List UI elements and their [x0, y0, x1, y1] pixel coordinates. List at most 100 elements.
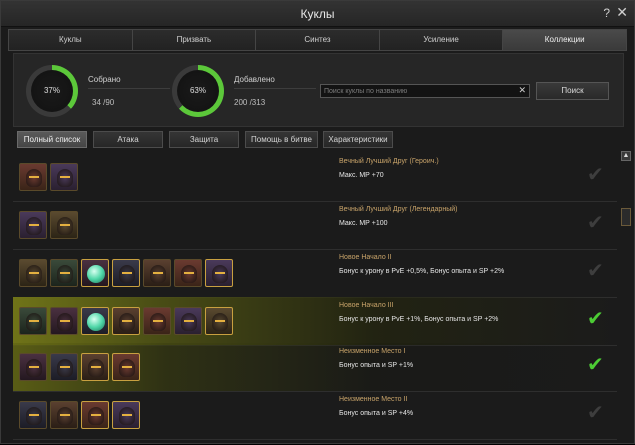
- doll-icon[interactable]: [143, 307, 171, 335]
- doll-face: [119, 407, 135, 425]
- filter-battle-help[interactable]: Помощь в битве: [245, 131, 318, 148]
- doll-face: [26, 265, 42, 283]
- doll-eyes: [29, 366, 39, 368]
- tab-synthesis[interactable]: Синтез: [255, 29, 379, 51]
- doll-face: [88, 407, 104, 425]
- doll-icon[interactable]: [112, 259, 140, 287]
- tab-summon[interactable]: Призвать: [131, 29, 256, 51]
- doll-face: [88, 359, 104, 377]
- collection-name: Новое Начало II: [339, 254, 392, 261]
- row-divider: [13, 439, 617, 440]
- collection-row[interactable]: Новое Начало III Бонус к урону в PvE +1%,…: [13, 297, 617, 345]
- doll-icon[interactable]: [112, 401, 140, 429]
- collection-name: Вечный Лучший Друг (Легендарный): [339, 206, 458, 213]
- doll-face: [119, 359, 135, 377]
- search-button[interactable]: Поиск: [536, 82, 609, 100]
- doll-eyes: [122, 414, 132, 416]
- doll-icon[interactable]: [81, 401, 109, 429]
- doll-eyes: [91, 366, 101, 368]
- doll-icon[interactable]: [19, 163, 47, 191]
- doll-icon[interactable]: [112, 353, 140, 381]
- doll-icon[interactable]: [50, 307, 78, 335]
- doll-face: [212, 313, 228, 331]
- doll-icon[interactable]: [19, 307, 47, 335]
- doll-icon[interactable]: [50, 353, 78, 381]
- doll-eyes: [153, 272, 163, 274]
- doll-face: [119, 313, 135, 331]
- orb-icon: [87, 265, 105, 283]
- doll-eyes: [215, 320, 225, 322]
- doll-face: [119, 265, 135, 283]
- collection-row[interactable]: Неизменное Место I Бонус опыта и SP +1% ✔: [13, 343, 617, 391]
- divider: [234, 88, 316, 89]
- scrollbar-thumb[interactable]: [621, 208, 631, 226]
- doll-icon[interactable]: [81, 259, 109, 287]
- tab-dolls[interactable]: Куклы: [8, 29, 132, 51]
- doll-icon[interactable]: [81, 307, 109, 335]
- collection-row[interactable]: Неизменное Место II Бонус опыта и SP +4% ✔: [13, 391, 617, 439]
- filter-full-list[interactable]: Полный список: [17, 131, 87, 148]
- doll-eyes: [60, 224, 70, 226]
- doll-eyes: [29, 320, 39, 322]
- doll-icon[interactable]: [19, 401, 47, 429]
- close-icon[interactable]: ✕: [616, 4, 628, 21]
- doll-icon[interactable]: [50, 401, 78, 429]
- tab-enhance[interactable]: Усиление: [378, 29, 503, 51]
- collected-label: Собрано: [88, 75, 121, 84]
- doll-eyes: [91, 414, 101, 416]
- doll-icon[interactable]: [50, 163, 78, 191]
- collected-progress-ring: 37%: [26, 65, 78, 117]
- checkmark-icon: ✔: [587, 260, 604, 282]
- doll-eyes: [29, 224, 39, 226]
- collection-bonus: Макс. МР +100: [339, 220, 388, 227]
- collection-row[interactable]: Новое Начало II Бонус к урону в PvE +0,5%…: [13, 249, 617, 297]
- doll-eyes: [29, 176, 39, 178]
- dolls-window: Куклы ? ✕ Куклы Призвать Синтез Усиление…: [0, 0, 635, 444]
- tab-collections[interactable]: Коллекции: [502, 29, 627, 51]
- doll-face: [57, 407, 73, 425]
- doll-face: [57, 217, 73, 235]
- doll-icon[interactable]: [205, 307, 233, 335]
- doll-face: [181, 313, 197, 331]
- doll-icon[interactable]: [19, 259, 47, 287]
- collection-name: Новое Начало III: [339, 302, 394, 309]
- doll-icon[interactable]: [19, 353, 47, 381]
- doll-eyes: [60, 320, 70, 322]
- help-button[interactable]: ?: [603, 6, 610, 20]
- doll-eyes: [29, 272, 39, 274]
- orb-icon: [87, 313, 105, 331]
- clear-search-icon[interactable]: ✕: [518, 85, 526, 96]
- added-progress-ring: 63%: [172, 65, 224, 117]
- checkmark-icon: ✔: [587, 402, 604, 424]
- doll-eyes: [122, 366, 132, 368]
- scroll-up-icon[interactable]: ▲: [621, 151, 631, 161]
- doll-face: [57, 359, 73, 377]
- doll-face: [57, 169, 73, 187]
- checkmark-icon: ✔: [587, 212, 604, 234]
- filter-defense[interactable]: Защита: [169, 131, 239, 148]
- doll-icon[interactable]: [143, 259, 171, 287]
- search-input[interactable]: [321, 85, 511, 98]
- doll-icon[interactable]: [50, 211, 78, 239]
- filter-attack[interactable]: Атака: [93, 131, 163, 148]
- tab-bar: Куклы Призвать Синтез Усиление Коллекции: [8, 29, 627, 51]
- doll-icon[interactable]: [19, 211, 47, 239]
- doll-eyes: [122, 272, 132, 274]
- collection-bonus: Бонус опыта и SP +1%: [339, 362, 414, 369]
- collection-row[interactable]: Вечный Лучший Друг (Героич.) Макс. МР +70…: [13, 153, 617, 201]
- doll-icon[interactable]: [112, 307, 140, 335]
- doll-eyes: [215, 272, 225, 274]
- doll-icon[interactable]: [174, 307, 202, 335]
- added-count: 200 /313: [234, 98, 266, 107]
- collection-bonus: Бонус к урону в PvE +0,5%, Бонус опыта и…: [339, 268, 505, 275]
- doll-icon[interactable]: [174, 259, 202, 287]
- doll-icon[interactable]: [81, 353, 109, 381]
- doll-face: [212, 265, 228, 283]
- doll-eyes: [60, 176, 70, 178]
- doll-icon[interactable]: [50, 259, 78, 287]
- filter-stats[interactable]: Характеристики: [323, 131, 393, 148]
- collection-row[interactable]: Вечный Лучший Друг (Легендарный) Макс. МР…: [13, 201, 617, 249]
- doll-eyes: [29, 414, 39, 416]
- doll-icon[interactable]: [205, 259, 233, 287]
- collection-name: Неизменное Место II: [339, 396, 408, 403]
